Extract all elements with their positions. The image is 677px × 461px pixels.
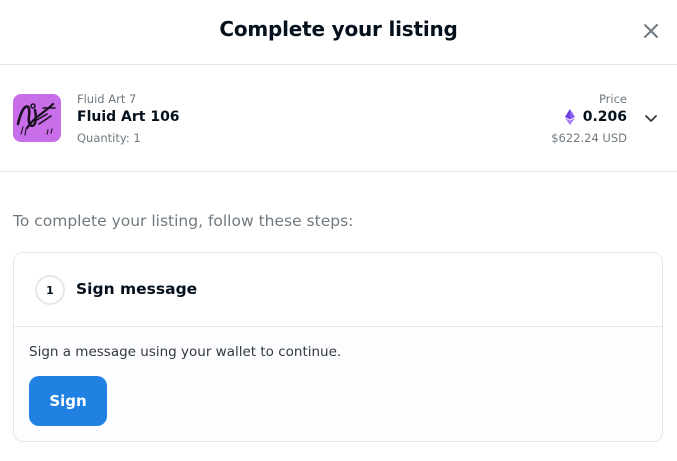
close-button[interactable] xyxy=(638,18,664,44)
item-thumbnail xyxy=(13,94,61,142)
price-label: Price xyxy=(598,92,627,106)
complete-listing-modal: Complete your listing Fluid Art 7 Fluid … xyxy=(0,0,677,461)
step-number-badge: 1 xyxy=(35,275,65,305)
step-title: Sign message xyxy=(76,280,198,298)
sign-button[interactable]: Sign xyxy=(29,376,107,426)
step-card-sign-message: 1 Sign message Sign a message using your… xyxy=(13,252,663,442)
ethereum-icon xyxy=(564,109,575,125)
step-description: Sign a message using your wallet to cont… xyxy=(29,344,342,360)
chevron-down-icon xyxy=(645,115,657,122)
expand-item-button[interactable] xyxy=(641,108,661,128)
modal-title: Complete your listing xyxy=(219,17,458,41)
item-quantity: Quantity: 1 xyxy=(77,131,141,145)
price-value: 0.206 xyxy=(564,109,627,125)
step-header: 1 Sign message xyxy=(14,253,662,327)
listing-item-row: Fluid Art 7 Fluid Art 106 Quantity: 1 Pr… xyxy=(0,65,677,172)
steps-intro: To complete your listing, follow these s… xyxy=(13,212,354,230)
price-eth-amount: 0.206 xyxy=(582,109,627,125)
modal-header: Complete your listing xyxy=(0,0,677,65)
fluid-art-thumbnail-image xyxy=(13,94,61,142)
price-usd: $622.24 USD xyxy=(551,131,627,145)
close-icon xyxy=(644,24,658,38)
collection-name: Fluid Art 7 xyxy=(77,92,137,106)
item-name: Fluid Art 106 xyxy=(77,109,180,125)
